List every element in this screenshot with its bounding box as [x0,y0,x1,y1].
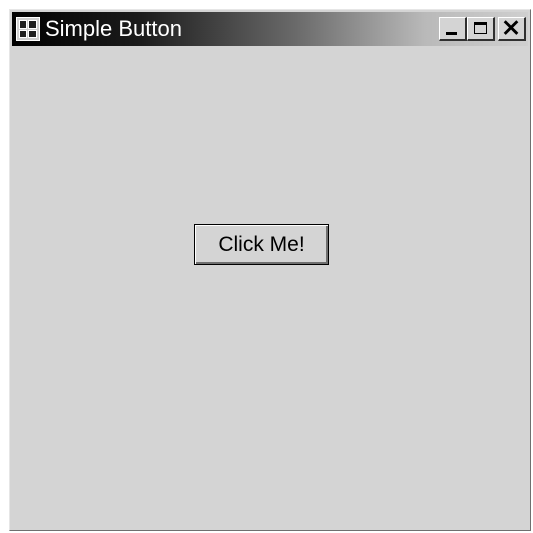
maximize-button[interactable] [467,17,495,41]
click-me-button[interactable]: Click Me! [194,224,329,265]
title-bar[interactable]: Simple Button [12,12,528,46]
close-icon [503,20,519,35]
caption-buttons [439,17,526,41]
icon-pane-top-left [19,20,27,29]
minimize-icon [446,32,457,35]
close-button[interactable] [498,17,526,41]
maximize-icon [474,22,487,34]
window-app-icon[interactable] [16,17,40,41]
icon-pane-bottom-left [19,30,27,38]
app-window: Simple Button Click Me! [9,9,531,531]
minimize-button[interactable] [439,17,467,41]
window-title: Simple Button [45,16,182,41]
icon-pane-top-right [28,20,37,29]
icon-pane-bottom-right [28,30,37,38]
window-client-area: Click Me! [12,48,528,528]
